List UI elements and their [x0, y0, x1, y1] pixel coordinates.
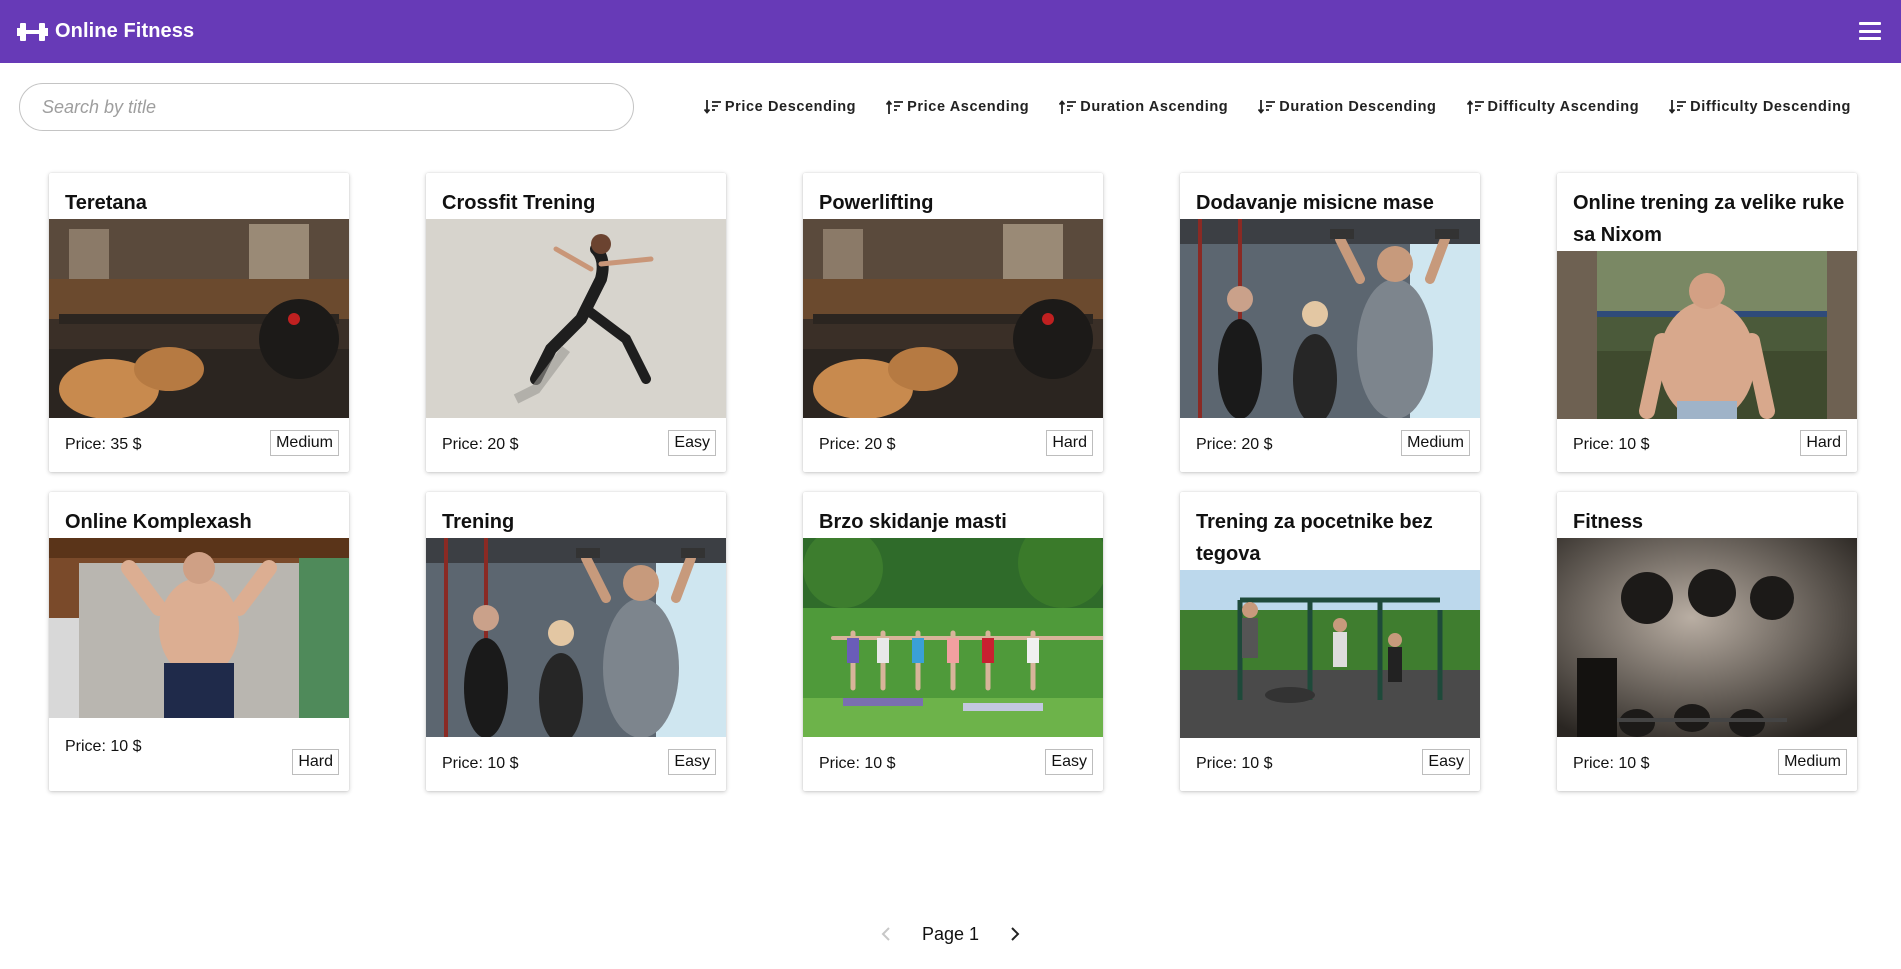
program-price: Price: 10 $ [65, 738, 142, 755]
program-card[interactable]: Dodavanje misicne mase Price: 20 $ Mediu… [1180, 173, 1480, 472]
program-card[interactable]: Brzo skidanje masti Price: 10 $ Easy [803, 492, 1103, 791]
program-grid: Teretana Price: 35 $ Medium Crossfit Tre… [49, 173, 1857, 791]
sort-toolbar: Price Descending Price Ascending Duratio… [703, 92, 1851, 122]
program-title: Trening za pocetnike bez tegova [1196, 511, 1433, 565]
sort-descending-icon [1669, 99, 1687, 115]
program-title: Crossfit Trening [442, 192, 596, 214]
difficulty-badge: Easy [668, 430, 716, 456]
program-card[interactable]: Teretana Price: 35 $ Medium [49, 173, 349, 472]
program-image [426, 219, 726, 418]
difficulty-badge: Hard [1046, 430, 1093, 456]
program-title: Online Komplexash [65, 511, 252, 533]
chevron-right-icon[interactable] [1001, 921, 1027, 947]
sort-label: Duration Descending [1279, 99, 1437, 115]
chevron-left-icon[interactable] [874, 921, 900, 947]
program-image [803, 538, 1103, 737]
program-price: Price: 10 $ [442, 755, 519, 772]
sort-label: Difficulty Ascending [1487, 99, 1640, 115]
program-image [426, 538, 726, 737]
sort-difficulty-ascending-button[interactable]: Difficulty Ascending [1466, 92, 1640, 122]
sort-ascending-icon [886, 99, 904, 115]
program-card[interactable]: Trening Price: 10 $ Easy [426, 492, 726, 791]
app-title: Online Fitness [55, 20, 195, 42]
sort-ascending-icon [1466, 99, 1485, 115]
program-title: Online trening za velike ruke sa Nixom [1573, 192, 1845, 246]
program-title: Trening [442, 511, 515, 533]
sort-duration-ascending-button[interactable]: Duration Ascending [1059, 92, 1228, 122]
program-image [1180, 570, 1480, 738]
program-price: Price: 10 $ [1573, 436, 1650, 453]
program-title: Fitness [1573, 511, 1644, 533]
sort-price-descending-button[interactable]: Price Descending [703, 92, 857, 122]
program-title: Teretana [65, 192, 147, 214]
pagination: Page 1 [0, 921, 1901, 947]
program-card[interactable]: Online Komplexash Price: 10 $ Hard [49, 492, 349, 791]
program-card[interactable]: Fitness Price: 10 $ Medium [1557, 492, 1857, 791]
sort-label: Difficulty Descending [1690, 99, 1851, 115]
hamburger-icon[interactable] [1855, 17, 1885, 45]
program-title: Brzo skidanje masti [819, 511, 1007, 533]
sort-difficulty-descending-button[interactable]: Difficulty Descending [1669, 92, 1851, 122]
program-title: Dodavanje misicne mase [1196, 192, 1434, 214]
sort-label: Price Descending [724, 99, 857, 115]
sort-ascending-icon [1059, 99, 1077, 115]
program-price: Price: 20 $ [442, 436, 519, 453]
difficulty-badge: Medium [1778, 749, 1847, 775]
difficulty-badge: Medium [270, 430, 339, 456]
program-price: Price: 10 $ [819, 755, 896, 772]
difficulty-badge: Easy [668, 749, 716, 775]
program-image [1557, 538, 1857, 737]
app-bar: Online Fitness [0, 0, 1901, 63]
sort-descending-icon [703, 99, 722, 115]
sort-descending-icon [1258, 99, 1276, 115]
program-price: Price: 35 $ [65, 436, 142, 453]
sort-price-ascending-button[interactable]: Price Ascending [886, 92, 1029, 122]
program-card[interactable]: Trening za pocetnike bez tegova Price: 1… [1180, 492, 1480, 791]
program-title: Powerlifting [819, 192, 934, 214]
program-card[interactable]: Online trening za velike ruke sa Nixom P… [1557, 173, 1857, 472]
program-price: Price: 10 $ [1573, 755, 1650, 772]
dumbbell-icon [17, 21, 48, 43]
program-image [803, 219, 1103, 418]
program-image [1557, 251, 1857, 419]
sort-label: Duration Ascending [1080, 99, 1229, 115]
program-image [1180, 219, 1480, 418]
program-card[interactable]: Crossfit Trening Price: 20 $ Easy [426, 173, 726, 472]
difficulty-badge: Easy [1422, 749, 1470, 775]
difficulty-badge: Easy [1045, 749, 1093, 775]
brand[interactable]: Online Fitness [17, 20, 194, 43]
difficulty-badge: Hard [1800, 430, 1847, 456]
sort-duration-descending-button[interactable]: Duration Descending [1258, 92, 1436, 122]
program-price: Price: 10 $ [1196, 755, 1273, 772]
page-indicator: Page 1 [921, 923, 980, 944]
program-card[interactable]: Powerlifting Price: 20 $ Hard [803, 173, 1103, 472]
difficulty-badge: Hard [292, 749, 339, 775]
program-image [49, 538, 349, 718]
program-price: Price: 20 $ [819, 436, 896, 453]
search-input[interactable] [19, 83, 634, 131]
difficulty-badge: Medium [1401, 430, 1470, 456]
sort-label: Price Ascending [907, 99, 1030, 115]
program-image [49, 219, 349, 418]
program-price: Price: 20 $ [1196, 436, 1273, 453]
